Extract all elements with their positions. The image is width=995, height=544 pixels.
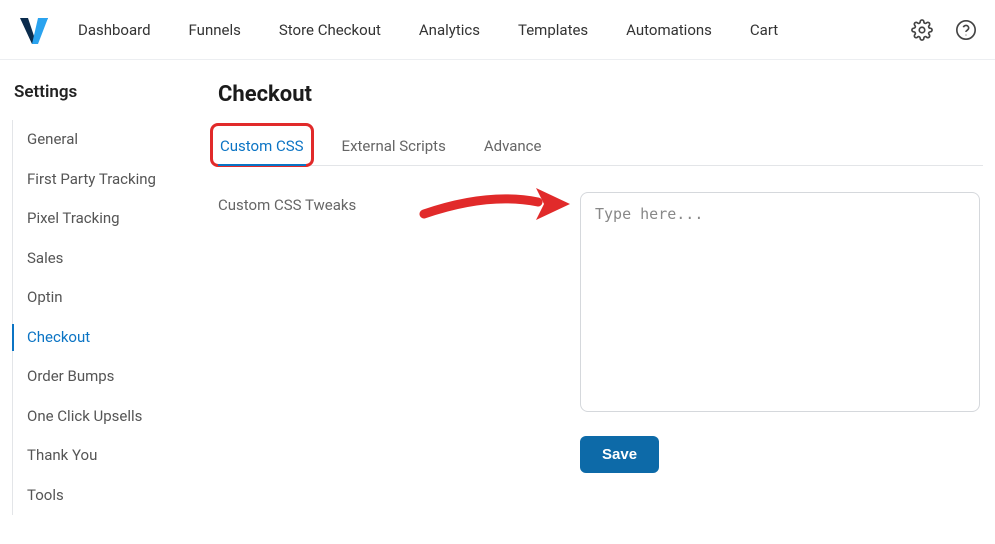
annotation-arrow-icon: [418, 184, 578, 224]
settings-sidebar: Settings General First Party Tracking Pi…: [12, 82, 188, 515]
sidebar-item-general[interactable]: General: [13, 120, 188, 160]
gear-icon[interactable]: [911, 19, 933, 41]
tab-custom-css[interactable]: Custom CSS: [218, 129, 306, 165]
sidebar-item-tools[interactable]: Tools: [13, 476, 188, 516]
main-area: Settings General First Party Tracking Pi…: [0, 60, 995, 515]
sidebar-item-pixel-tracking[interactable]: Pixel Tracking: [13, 199, 188, 239]
topbar: Dashboard Funnels Store Checkout Analyti…: [0, 0, 995, 60]
nav-funnels[interactable]: Funnels: [189, 21, 241, 39]
sidebar-item-optin[interactable]: Optin: [13, 278, 188, 318]
nav-store-checkout[interactable]: Store Checkout: [279, 21, 381, 39]
custom-css-textarea[interactable]: [580, 192, 980, 412]
top-nav: Dashboard Funnels Store Checkout Analyti…: [78, 21, 911, 39]
sidebar-item-thank-you[interactable]: Thank You: [13, 436, 188, 476]
sidebar-item-sales[interactable]: Sales: [13, 239, 188, 279]
save-row: Save: [580, 436, 983, 473]
sidebar-title: Settings: [12, 82, 188, 102]
tab-external-scripts[interactable]: External Scripts: [340, 129, 448, 165]
nav-automations[interactable]: Automations: [626, 21, 712, 39]
custom-css-row: Custom CSS Tweaks: [218, 192, 983, 412]
sidebar-item-checkout[interactable]: Checkout: [13, 318, 188, 358]
nav-templates[interactable]: Templates: [518, 21, 588, 39]
app-logo: [18, 14, 50, 46]
custom-css-label: Custom CSS Tweaks: [218, 192, 428, 412]
nav-cart[interactable]: Cart: [750, 21, 778, 39]
sidebar-item-one-click-upsells[interactable]: One Click Upsells: [13, 397, 188, 437]
sidebar-list: General First Party Tracking Pixel Track…: [12, 120, 188, 515]
topbar-actions: [911, 19, 977, 41]
page-title: Checkout: [218, 82, 983, 107]
sidebar-item-first-party-tracking[interactable]: First Party Tracking: [13, 160, 188, 200]
help-icon[interactable]: [955, 19, 977, 41]
nav-analytics[interactable]: Analytics: [419, 21, 480, 39]
save-button[interactable]: Save: [580, 436, 659, 473]
sidebar-item-order-bumps[interactable]: Order Bumps: [13, 357, 188, 397]
tab-bar: Custom CSS External Scripts Advance: [218, 129, 983, 166]
content-panel: Checkout Custom CSS External Scripts Adv…: [188, 82, 983, 515]
tab-advance[interactable]: Advance: [482, 129, 544, 165]
nav-dashboard[interactable]: Dashboard: [78, 21, 151, 39]
